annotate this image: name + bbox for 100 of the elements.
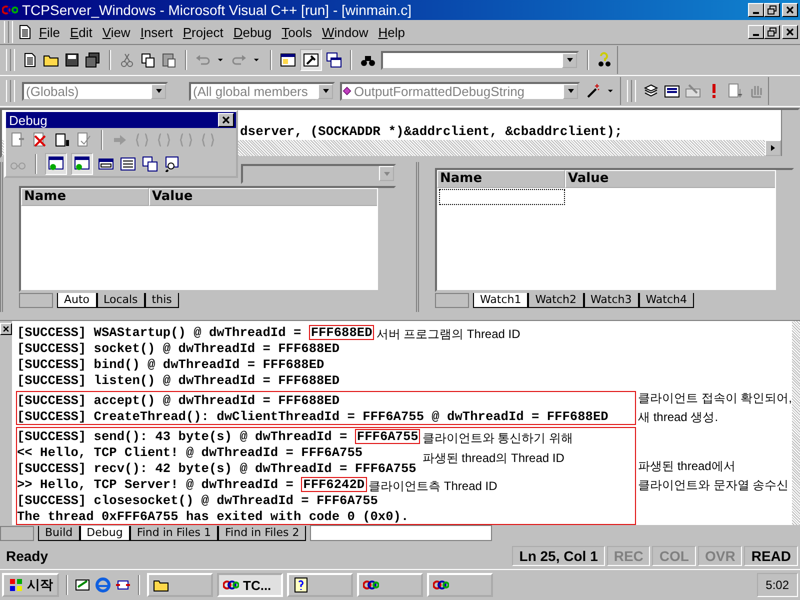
memory-window-icon[interactable] xyxy=(142,156,158,172)
cursor-position: Ln 25, Col 1 xyxy=(512,546,605,566)
status-text: Ready xyxy=(5,548,48,564)
output-line: The thread 0xFFF6A755 has exited with code 0 (0x0). xyxy=(17,508,409,524)
window-title: TCPServer_Windows - Microsoft Visual C++ [run] - [winmain.c] xyxy=(22,2,412,18)
tab[interactable]: Auto xyxy=(57,293,97,308)
magnifier-icon[interactable] xyxy=(164,156,180,172)
document-arrow-icon[interactable] xyxy=(727,83,743,99)
break-icon[interactable] xyxy=(54,132,70,148)
dropdown-arrow-icon[interactable] xyxy=(566,87,574,95)
start-button[interactable]: 시작 xyxy=(2,573,59,597)
flag-icon xyxy=(8,577,24,593)
taskbar-button[interactable] xyxy=(147,573,213,597)
output-line: << Hello, TCP Client! @ dwThreadId = FFF6A755 xyxy=(17,444,363,460)
paste-icon[interactable] xyxy=(161,52,177,68)
restore-icon[interactable] xyxy=(767,5,777,15)
binoculars-icon[interactable] xyxy=(597,52,613,68)
menu-item[interactable]: Edit xyxy=(66,24,96,40)
dropdown-arrow-icon[interactable] xyxy=(566,56,574,64)
right-arrow-icon[interactable] xyxy=(769,144,777,152)
close-button[interactable] xyxy=(782,25,798,39)
build-icon[interactable] xyxy=(664,83,680,99)
tab[interactable]: Find in Files 1 xyxy=(130,526,218,541)
column-header[interactable]: Name xyxy=(21,188,149,206)
taskbar-button[interactable] xyxy=(357,573,423,597)
registers-window-icon[interactable] xyxy=(98,156,114,172)
stack-icon[interactable] xyxy=(643,83,659,99)
minimize-button[interactable] xyxy=(748,25,764,39)
tab[interactable]: Find in Files 2 xyxy=(218,526,306,541)
restore-icon[interactable] xyxy=(767,27,777,37)
tab[interactable]: Watch3 xyxy=(584,293,639,308)
wand-icon[interactable] xyxy=(585,83,601,99)
new-document-icon[interactable] xyxy=(22,52,38,68)
output-line: [SUCCESS] WSAStartup() @ dwThreadId = xyxy=(17,324,302,340)
horizontal-scrollbar[interactable] xyxy=(310,525,492,541)
output-line: [SUCCESS] recv(): 42 byte(s) @ dwThreadId = FFF6A755 xyxy=(17,460,416,476)
close-button[interactable] xyxy=(782,3,798,17)
menu-item[interactable]: Tools xyxy=(278,24,316,40)
watch-window-icon[interactable] xyxy=(46,154,66,174)
status-indicator: READ xyxy=(744,546,798,566)
tab[interactable]: Watch4 xyxy=(638,293,694,308)
desktop-icon[interactable] xyxy=(75,577,91,593)
tab[interactable]: this xyxy=(144,293,179,308)
variables-window-icon[interactable] xyxy=(72,154,92,174)
taskbar-button[interactable] xyxy=(287,573,353,597)
taskbar-button[interactable]: TC... xyxy=(217,573,283,597)
status-indicator: OVR xyxy=(698,546,742,566)
output-line: >> Hello, TCP Server! @ dwThreadId = xyxy=(17,476,294,492)
dropdown-arrow-icon[interactable] xyxy=(154,87,162,95)
close-icon[interactable] xyxy=(785,27,795,37)
output-line: [SUCCESS] accept() @ dwThreadId = FFF688ED xyxy=(17,392,340,408)
menu-item[interactable]: Project xyxy=(178,24,228,40)
column-header[interactable]: Value xyxy=(149,188,378,206)
output-line: [SUCCESS] closesocket() @ dwThreadId = FFF6A755 xyxy=(17,492,378,508)
clock: 5:02 xyxy=(766,578,789,592)
taskbar-button[interactable] xyxy=(427,573,493,597)
output-line: [SUCCESS] listen() @ dwThreadId = FFF688ED xyxy=(17,372,340,388)
menu-item[interactable]: View xyxy=(98,24,134,40)
copy-icon[interactable] xyxy=(140,52,156,68)
class-combo[interactable]: (Globals) xyxy=(22,82,168,100)
column-header[interactable]: Value xyxy=(565,170,776,188)
restart-icon[interactable] xyxy=(10,132,26,148)
column-header[interactable]: Name xyxy=(437,170,565,188)
tab[interactable]: Build xyxy=(38,526,80,541)
status-indicator: REC xyxy=(606,546,650,566)
window-icon[interactable] xyxy=(280,52,296,68)
windows-icon[interactable] xyxy=(326,52,342,68)
disks-icon[interactable] xyxy=(85,52,101,68)
list-window-icon[interactable] xyxy=(120,156,136,172)
tab[interactable]: Debug xyxy=(80,526,130,541)
close-icon[interactable] xyxy=(785,5,795,15)
context-combo[interactable] xyxy=(241,164,396,184)
status-indicator: COL xyxy=(652,546,696,566)
output-line: [SUCCESS] bind() @ dwThreadId = FFF688ED xyxy=(17,356,324,372)
hammer-icon[interactable] xyxy=(301,50,321,70)
tab[interactable]: Watch1 xyxy=(473,293,528,308)
output-line: [SUCCESS] socket() @ dwThreadId = FFF688ED xyxy=(17,340,340,356)
tab[interactable]: Watch2 xyxy=(528,293,584,308)
dropdown-arrow-icon[interactable] xyxy=(322,87,330,95)
menu-item[interactable]: Window xyxy=(318,24,372,40)
close-button[interactable] xyxy=(218,113,234,127)
members-combo[interactable]: (All global members xyxy=(189,82,335,100)
output-line: [SUCCESS] send(): 43 byte(s) @ dwThreadId = xyxy=(17,428,348,444)
scissors-icon[interactable] xyxy=(119,52,135,68)
close-icon[interactable] xyxy=(221,115,231,125)
vertical-scrollbar[interactable] xyxy=(792,321,800,525)
stop-icon[interactable] xyxy=(32,132,48,148)
menu-item[interactable]: Debug xyxy=(229,24,276,40)
restore-button[interactable] xyxy=(764,3,780,17)
menu-item[interactable]: Help xyxy=(374,24,409,40)
minimize-button[interactable] xyxy=(748,3,764,17)
document-icon[interactable] xyxy=(17,24,33,40)
find-combo[interactable] xyxy=(381,50,579,70)
tab[interactable]: Locals xyxy=(96,293,145,308)
restore-button[interactable] xyxy=(764,25,780,39)
menu-item[interactable]: Insert xyxy=(136,24,177,40)
apply-icon[interactable] xyxy=(76,132,92,148)
function-combo[interactable]: OutputFormattedDebugString xyxy=(340,82,580,100)
edit-cell[interactable] xyxy=(439,189,565,205)
menu-item[interactable]: File xyxy=(35,24,64,40)
